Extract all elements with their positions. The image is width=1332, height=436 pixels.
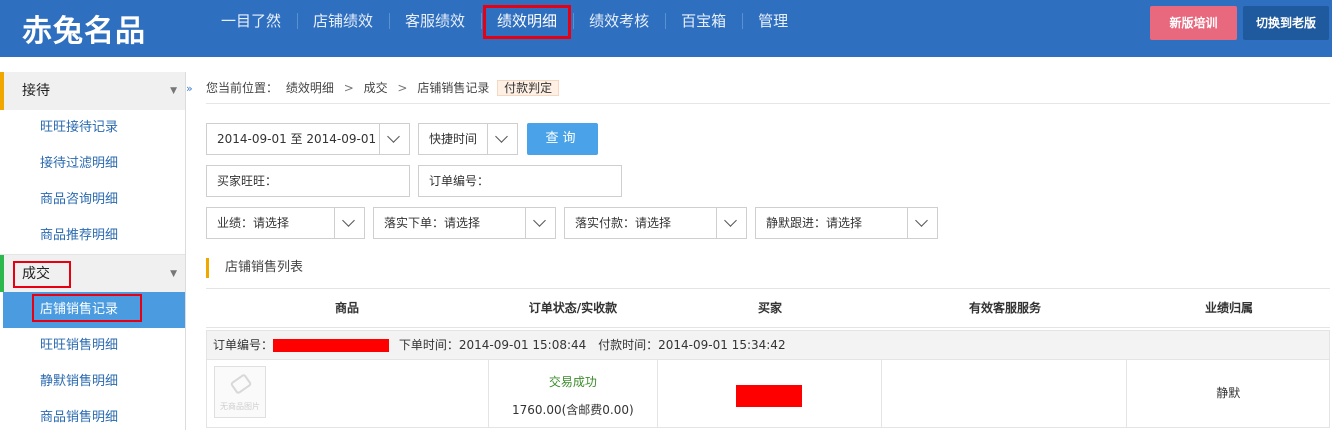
query-button[interactable]: 查询 — [527, 123, 598, 155]
payment-judgement-tag[interactable]: 付款判定 — [497, 80, 560, 96]
sidebar-item-wangwang-sales[interactable]: 旺旺销售明细 — [0, 328, 185, 364]
status-cell: 交易成功 1760.00(含邮费0.00) — [489, 360, 659, 427]
chevron-down-icon: ▼ — [170, 86, 177, 96]
breadcrumb-item[interactable]: 成交 — [364, 81, 388, 95]
top-bar: 赤兔名品 一目了然 店铺绩效 客服绩效 绩效明细 绩效考核 百宝箱 管理 新版培… — [0, 0, 1332, 57]
new-training-button[interactable]: 新版培训 — [1150, 6, 1237, 40]
date-range-value: 2014-09-01 至 2014-09-01 — [217, 132, 377, 146]
breadcrumb-item[interactable]: 绩效明细 — [286, 81, 334, 95]
sidebar-item-store-sales[interactable]: 店铺销售记录 — [3, 292, 185, 328]
section-title: 店铺销售列表 — [206, 258, 303, 278]
buyer-cell — [658, 360, 882, 427]
sidebar-item-silent-sales[interactable]: 静默销售明细 — [0, 364, 185, 400]
sidebar-item-product-inquiry[interactable]: 商品咨询明细 — [0, 182, 185, 218]
table-row[interactable]: 无商品图片 交易成功 1760.00(含邮费0.00) 静默 — [206, 360, 1330, 428]
divider — [206, 103, 1330, 104]
sidebar-item-reception-filter[interactable]: 接待过滤明细 — [0, 146, 185, 182]
attribution-cell: 静默 — [1127, 360, 1329, 427]
quick-time-value: 快捷时间 — [429, 132, 478, 146]
date-range-picker[interactable]: 2014-09-01 至 2014-09-01 — [206, 123, 410, 155]
order-status[interactable]: 交易成功 — [489, 373, 658, 390]
chevron-down-icon[interactable] — [487, 124, 517, 154]
highlight-box — [483, 5, 572, 39]
pay-time: 付款时间：2014-09-01 15:34:42 — [598, 338, 786, 352]
chevron-down-icon[interactable] — [907, 208, 937, 238]
nav-overview[interactable]: 一目了然 — [205, 0, 297, 42]
group-marker — [0, 72, 4, 110]
app-logo: 赤兔名品 — [22, 14, 146, 49]
sidebar-group-deals[interactable]: 成交 ▼ — [0, 254, 185, 292]
payment-value: 落实付款：请选择 — [575, 216, 672, 230]
order-time: 下单时间：2014-09-01 15:08:44 — [398, 338, 587, 352]
chevron-down-icon[interactable] — [716, 208, 746, 238]
chevron-down-icon[interactable] — [525, 208, 555, 238]
highlight-box — [32, 294, 142, 322]
column-header: 有效客服服务 — [968, 301, 1041, 315]
breadcrumb-separator: > — [397, 81, 408, 95]
no-image-caption: 无商品图片 — [220, 402, 260, 411]
chevron-down-icon[interactable] — [334, 208, 364, 238]
performance-attribution: 静默 — [1216, 386, 1241, 400]
column-header: 商品 — [334, 301, 359, 315]
table-header: 商品 订单状态/实收款 买家 有效客服服务 业绩归属 — [206, 288, 1330, 328]
chevron-down-icon: ▼ — [170, 269, 177, 279]
performance-select[interactable]: 业绩：请选择 — [206, 207, 365, 239]
order-number-label: 订单编号： — [429, 174, 490, 188]
order-placed-value: 落实下单：请选择 — [384, 216, 481, 230]
silent-follow-value: 静默跟进：请选择 — [766, 216, 863, 230]
switch-old-version-button[interactable]: 切换到老版 — [1243, 6, 1329, 40]
sidebar-item-product-sales[interactable]: 商品销售明细 — [0, 400, 185, 436]
column-header: 业绩归属 — [1204, 301, 1253, 315]
sidebar-group-label: 接待 — [22, 83, 50, 99]
nav-performance-detail[interactable]: 绩效明细 — [481, 0, 573, 42]
silent-follow-select[interactable]: 静默跟进：请选择 — [755, 207, 938, 239]
breadcrumb-prefix: 您当前位置： — [206, 81, 279, 95]
main-nav: 一目了然 店铺绩效 客服绩效 绩效明细 绩效考核 百宝箱 管理 — [205, 0, 804, 42]
breadcrumb: 您当前位置： 绩效明细 > 成交 > 店铺销售记录 付款判定 — [206, 77, 563, 101]
group-marker — [0, 255, 4, 292]
sidebar-group-reception[interactable]: 接待 ▼ — [0, 72, 185, 110]
order-number-input[interactable]: 订单编号： — [418, 165, 622, 197]
nav-performance-assessment[interactable]: 绩效考核 — [573, 0, 665, 42]
order-info-bar: 订单编号： 下单时间：2014-09-01 15:08:44 付款时间：2014… — [206, 330, 1330, 360]
order-number-label: 订单编号： — [213, 338, 274, 352]
payment-select[interactable]: 落实付款：请选择 — [564, 207, 747, 239]
order-amount: 1760.00(含邮费0.00) — [511, 403, 634, 417]
highlight-box — [13, 261, 71, 288]
nav-management[interactable]: 管理 — [742, 0, 804, 42]
product-image-placeholder[interactable]: 无商品图片 — [214, 366, 266, 418]
redacted-buyer — [736, 385, 803, 407]
tag-icon — [229, 373, 253, 395]
performance-value: 业绩：请选择 — [217, 216, 290, 230]
buyer-wangwang-label: 买家旺旺： — [217, 174, 278, 188]
order-placed-select[interactable]: 落实下单：请选择 — [373, 207, 556, 239]
quick-time-select[interactable]: 快捷时间 — [418, 123, 518, 155]
redacted-order-number — [273, 339, 390, 352]
breadcrumb-separator: > — [343, 81, 354, 95]
collapse-sidebar-icon[interactable]: » — [186, 82, 196, 96]
sidebar-item-wangwang-reception[interactable]: 旺旺接待记录 — [0, 110, 185, 146]
chevron-down-icon[interactable] — [379, 124, 409, 154]
service-cell — [882, 360, 1128, 427]
nav-store-performance[interactable]: 店铺绩效 — [297, 0, 389, 42]
nav-toolbox[interactable]: 百宝箱 — [665, 0, 742, 42]
sidebar-item-product-recommend[interactable]: 商品推荐明细 — [0, 218, 185, 254]
column-header: 买家 — [757, 301, 782, 315]
buyer-wangwang-input[interactable]: 买家旺旺： — [206, 165, 410, 197]
product-cell: 无商品图片 — [207, 360, 489, 427]
sidebar: 接待 ▼ 旺旺接待记录 接待过滤明细 商品咨询明细 商品推荐明细 成交 ▼ 店铺… — [0, 72, 186, 430]
column-header: 订单状态/实收款 — [528, 301, 618, 315]
breadcrumb-item: 店铺销售记录 — [417, 81, 490, 95]
nav-cs-performance[interactable]: 客服绩效 — [389, 0, 481, 42]
